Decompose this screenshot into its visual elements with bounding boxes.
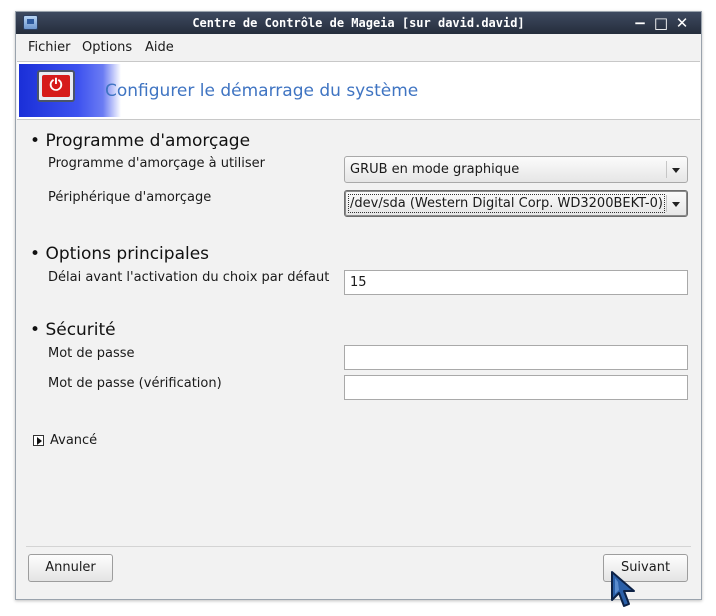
- password-input[interactable]: [344, 345, 688, 370]
- password-verify-input[interactable]: [344, 375, 688, 400]
- close-icon[interactable]: ✕: [673, 14, 691, 32]
- menu-bar: Fichier Options Aide: [16, 34, 701, 60]
- bullet: •: [30, 320, 41, 340]
- advanced-expander[interactable]: Avancé: [33, 433, 123, 449]
- delay-label: Délai avant l'activation du choix par dé…: [48, 270, 330, 285]
- boot-device-select[interactable]: /dev/sda (Western Digital Corp. WD3200BE…: [344, 190, 688, 217]
- window-title: Centre de Contrôle de Mageia [sur david.…: [192, 16, 525, 30]
- section-main-options-title: • Options principales: [30, 244, 210, 264]
- title-bar[interactable]: Centre de Contrôle de Mageia [sur david.…: [16, 12, 701, 34]
- password-verify-label: Mot de passe (vérification): [48, 376, 222, 391]
- app-window: Centre de Contrôle de Mageia [sur david.…: [15, 11, 702, 600]
- page-title: Configurer le démarrage du système: [105, 81, 419, 101]
- bootloader-program-label: Programme d'amorçage à utiliser: [48, 156, 265, 171]
- section-security-title: • Sécurité: [30, 320, 116, 340]
- menu-options[interactable]: Options: [82, 40, 132, 55]
- power-monitor-icon: ⏻: [37, 70, 75, 102]
- password-label: Mot de passe: [48, 346, 135, 361]
- cancel-button[interactable]: Annuler: [28, 554, 113, 582]
- banner-tab: ⏻: [19, 64, 103, 117]
- chevron-down-icon: [666, 195, 683, 212]
- advanced-label: Avancé: [50, 433, 98, 448]
- minimize-icon[interactable]: −: [631, 14, 649, 32]
- chevron-down-icon: [666, 161, 683, 178]
- bullet: •: [30, 244, 41, 264]
- bootloader-program-value: GRUB en mode graphique: [350, 162, 520, 177]
- menu-fichier[interactable]: Fichier: [28, 40, 71, 55]
- section-bootloader-title: • Programme d'amorçage: [30, 131, 251, 151]
- expander-arrow-icon: [33, 435, 44, 446]
- mouse-cursor-icon: [611, 571, 635, 607]
- page-banner: ⏻ Configurer le démarrage du système: [17, 61, 700, 120]
- bullet: •: [30, 131, 41, 151]
- maximize-icon[interactable]: □: [652, 14, 670, 32]
- delay-input[interactable]: [344, 270, 688, 295]
- boot-device-label: Périphérique d'amorçage: [48, 190, 212, 205]
- divider: [26, 546, 691, 547]
- boot-device-value: /dev/sda (Western Digital Corp. WD3200BE…: [348, 194, 665, 213]
- bootloader-program-select[interactable]: GRUB en mode graphique: [344, 156, 688, 183]
- menu-aide[interactable]: Aide: [145, 40, 174, 55]
